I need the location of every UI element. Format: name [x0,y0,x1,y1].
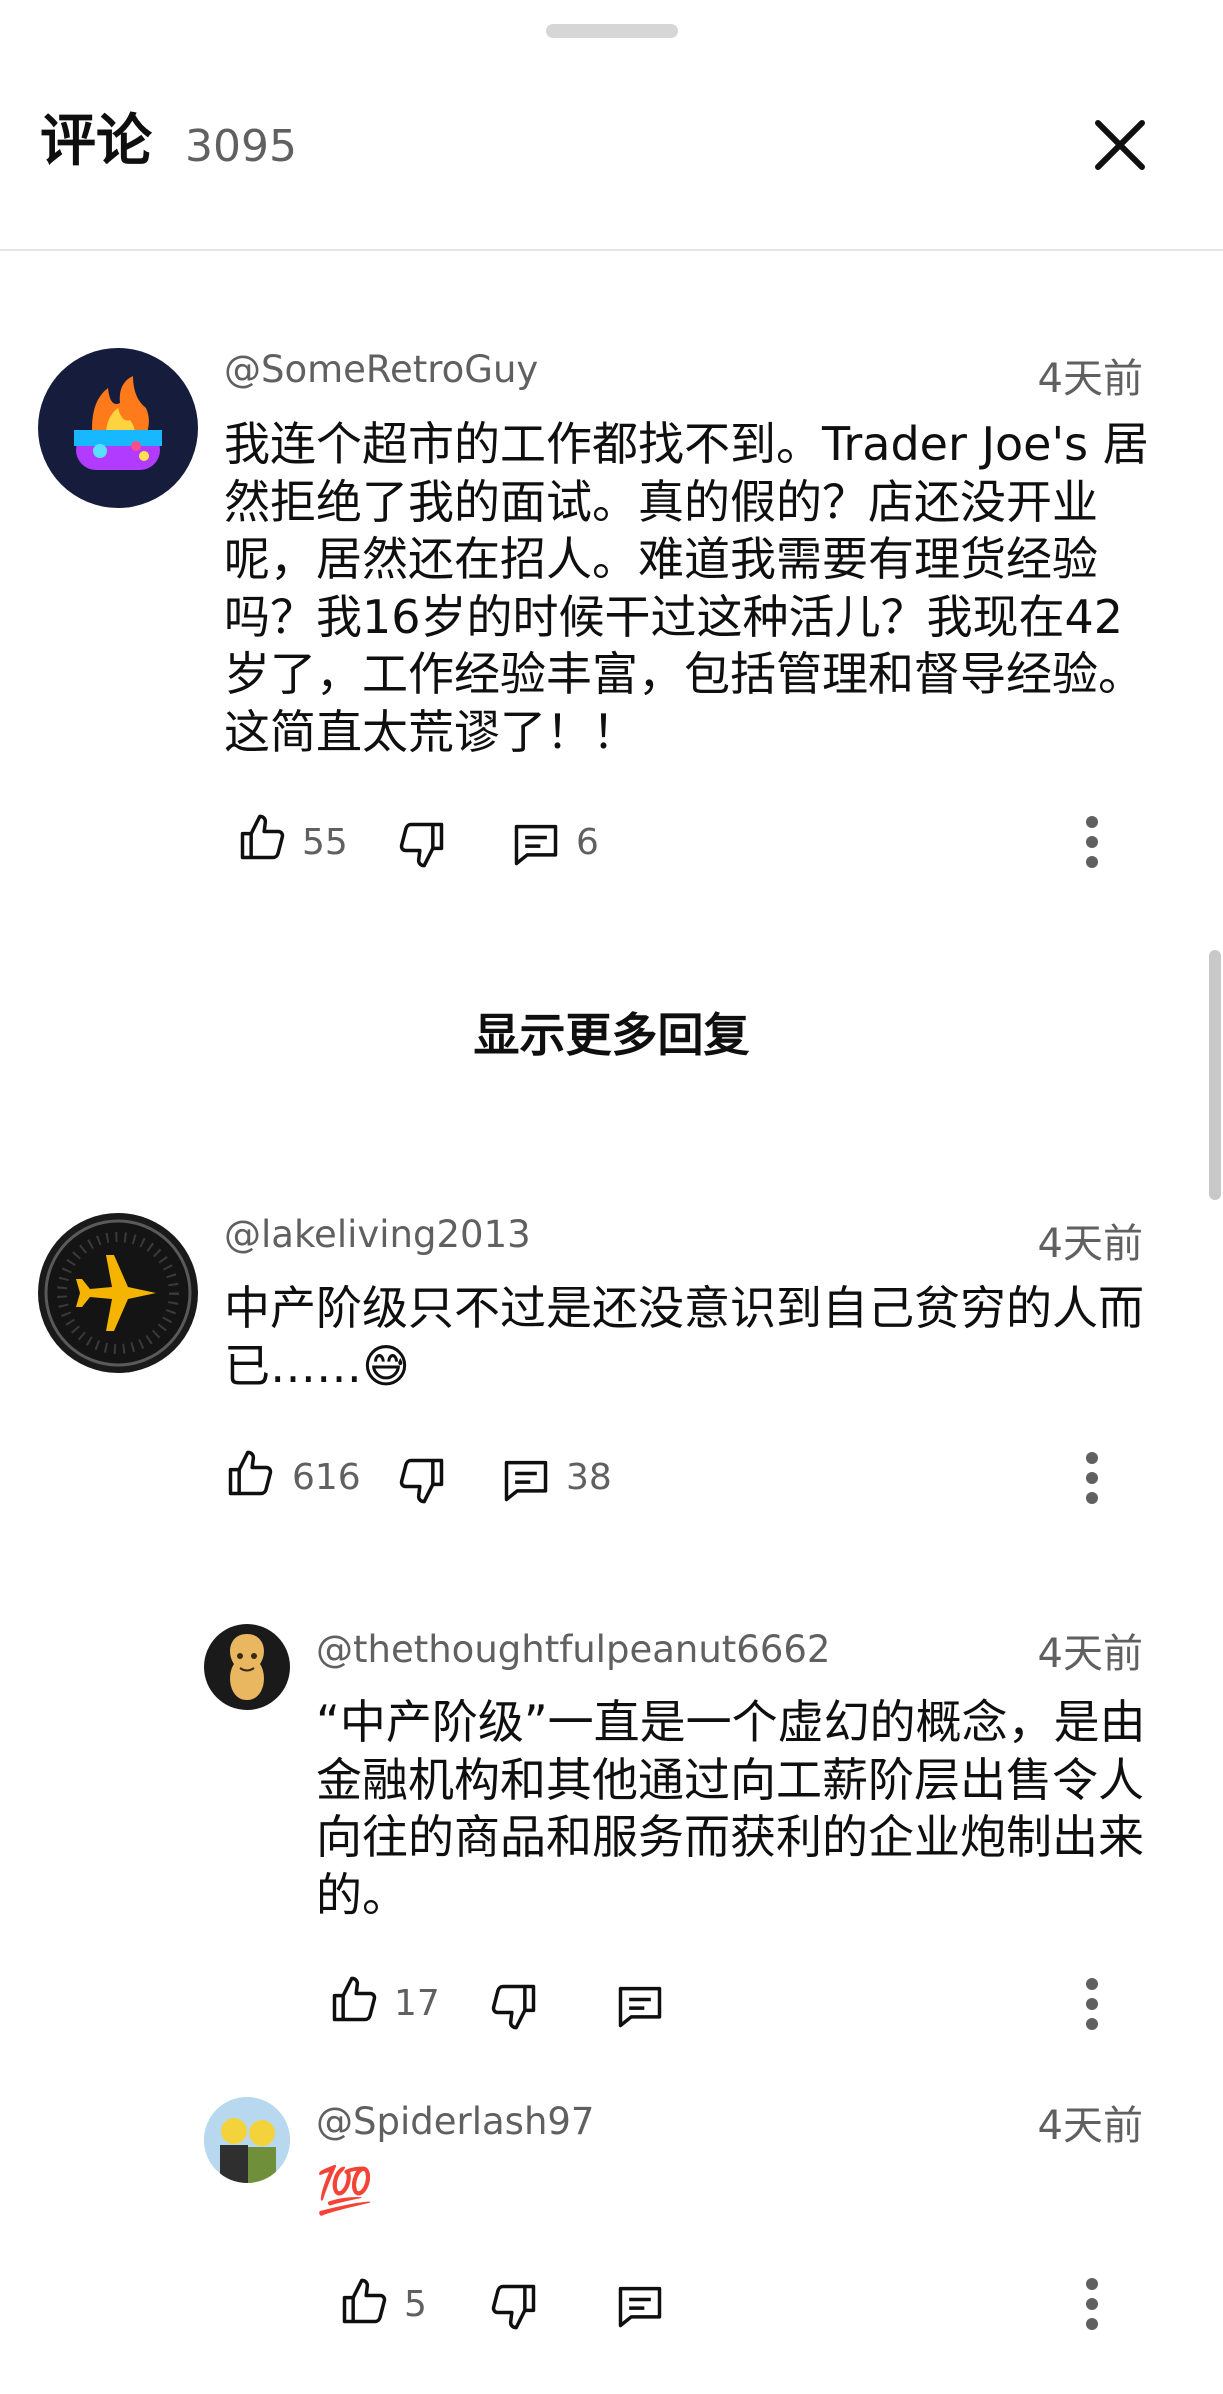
comment-author[interactable]: @SomeRetroGuy [224,345,538,395]
reply-icon[interactable] [612,2278,668,2334]
like-icon[interactable] [336,2274,392,2330]
peanut-avatar-icon [230,1634,264,1700]
comments-count: 3095 [185,121,297,172]
reply-author[interactable]: @thethoughtfulpeanut6662 [316,1625,830,1675]
reply-author[interactable]: @Spiderlash97 [316,2097,594,2147]
reply-time: 4天前 [1037,1631,1143,1677]
dislike-icon[interactable] [394,1452,450,1508]
reply-count[interactable]: 38 [566,1453,612,1503]
reply-text: 💯 [316,2163,374,2217]
reply-text: “中产阶级”一直是一个虚幻的概念，是由 金融机构和其他通过向工薪阶层出售令人 向… [316,1695,1146,1922]
reply-icon[interactable] [508,816,564,872]
like-icon[interactable] [222,1446,278,1502]
avatar[interactable] [38,1213,198,1373]
like-count: 616 [292,1457,361,1498]
avatar[interactable] [38,348,198,508]
drag-handle[interactable] [546,24,678,38]
reply-icon[interactable] [498,1452,554,1508]
comments-title: 评论 [40,109,152,174]
avatar[interactable] [204,2097,290,2183]
reply-icon[interactable] [612,1978,668,2034]
like-count: 5 [404,2284,427,2325]
like-count: 55 [302,822,348,863]
like-count: 17 [394,1983,440,2024]
close-icon[interactable] [1085,110,1155,180]
avatar[interactable] [204,1624,290,1710]
comment-author[interactable]: @lakeliving2013 [224,1210,531,1260]
comment-time: 4天前 [1037,356,1143,402]
dislike-icon[interactable] [486,2278,542,2334]
more-options-icon[interactable] [1072,812,1112,872]
show-more-replies-button[interactable]: 显示更多回复 [0,1000,1223,1070]
reply-count[interactable]: 6 [576,818,599,868]
dislike-icon[interactable] [486,1978,542,2034]
more-options-icon[interactable] [1072,1974,1112,2034]
dislike-icon[interactable] [394,816,450,872]
comment-time: 4天前 [1037,1221,1143,1267]
reply-time: 4天前 [1037,2103,1143,2149]
like-icon[interactable] [326,1972,382,2028]
comment-text: 我连个超市的工作都找不到。Trader Joe's 居 然拒绝了我的面试。真的假… [224,417,1149,759]
header-divider [0,249,1223,251]
more-options-icon[interactable] [1072,2274,1112,2334]
scrollbar[interactable] [1209,950,1221,1200]
like-icon[interactable] [234,810,290,866]
cartoon-avatar-icon [204,2097,290,2183]
gamer-avatar-icon [74,376,162,470]
more-options-icon[interactable] [1072,1448,1112,1508]
comment-text: 中产阶级只不过是还没意识到自己贫穷的人而 已……😅 [224,1281,1144,1393]
airplane-compass-icon [44,1219,192,1367]
